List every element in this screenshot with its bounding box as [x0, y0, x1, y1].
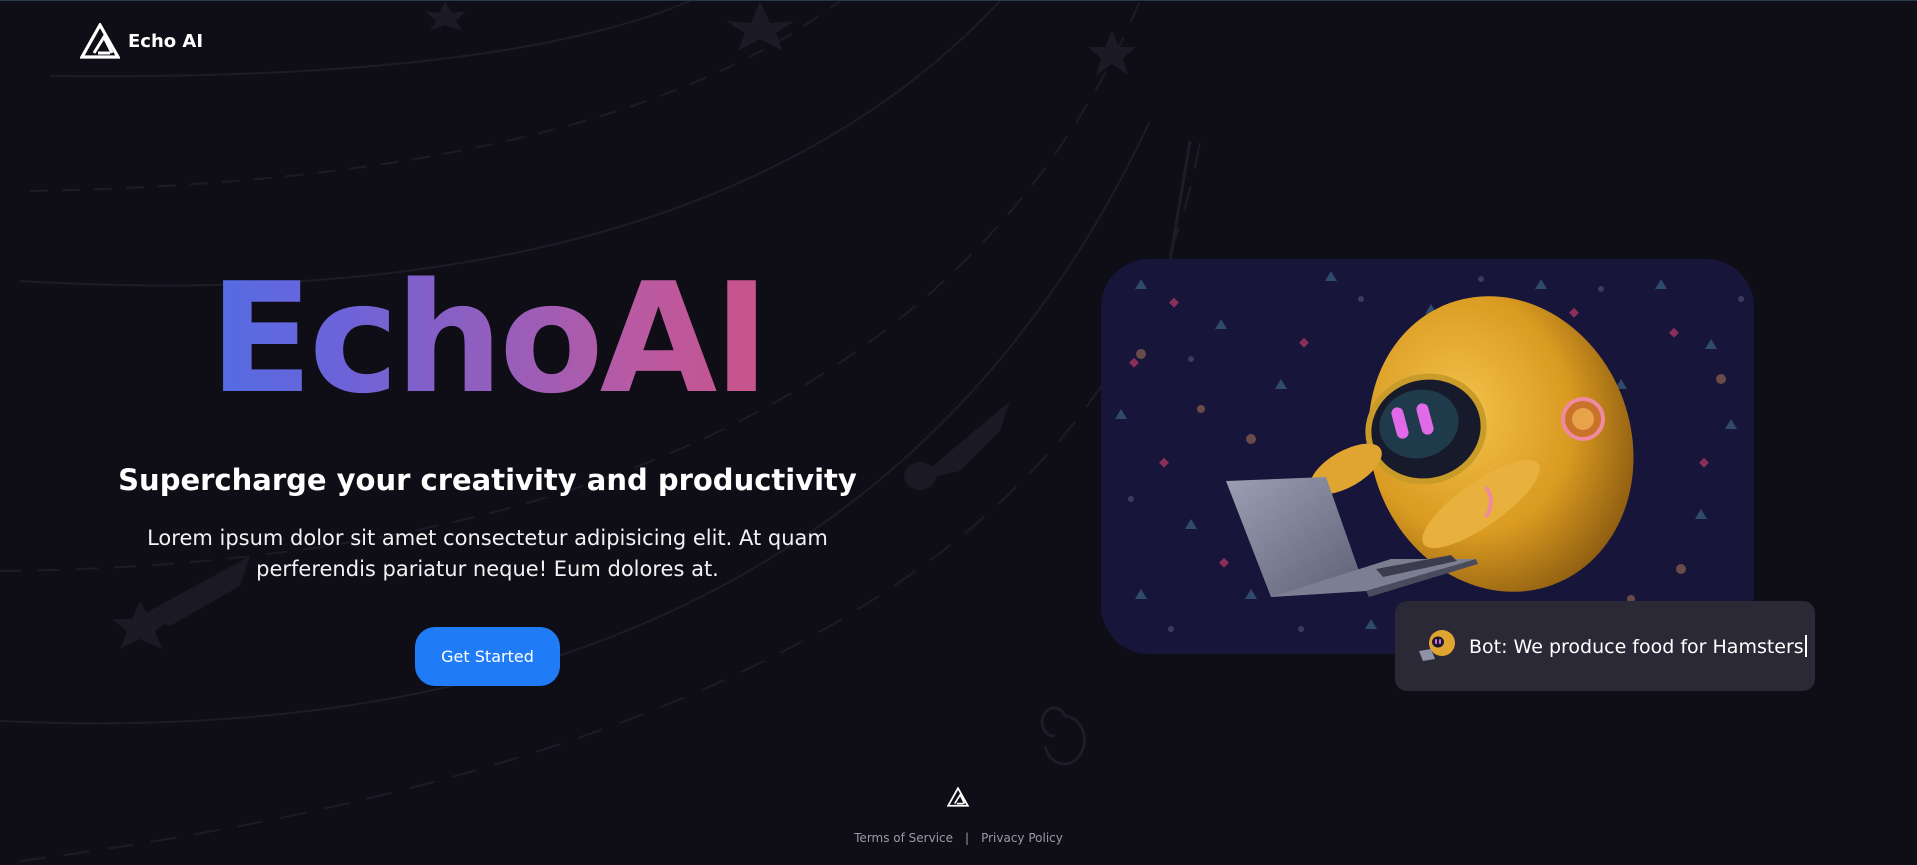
triangle-logo-icon[interactable]: [947, 787, 969, 807]
triangle-logo-icon: [80, 23, 120, 59]
brand-name: Echo AI: [128, 30, 204, 52]
robot-illustration: [1101, 259, 1754, 654]
get-started-button[interactable]: Get Started: [415, 627, 560, 686]
brand[interactable]: Echo AI: [80, 23, 203, 59]
terms-of-service-link[interactable]: Terms of Service: [854, 831, 953, 845]
chat-bubble: Bot: We produce food for Hamsters: [1395, 601, 1815, 691]
chat-message-text: Bot: We produce food for Hamsters: [1469, 635, 1804, 658]
hero-description: Lorem ipsum dolor sit amet consectetur a…: [147, 526, 828, 581]
privacy-policy-link[interactable]: Privacy Policy: [981, 831, 1063, 845]
landing-page: Echo AI EchoAI Supercharge your creativi…: [0, 0, 1917, 865]
typing-caret: [1804, 634, 1807, 657]
chat-message: Bot: We produce food for Hamsters: [1469, 634, 1807, 658]
hero-title: EchoAI: [0, 263, 975, 415]
hero-tagline: Supercharge your creativity and producti…: [118, 463, 857, 497]
footer-links: Terms of Service | Privacy Policy: [0, 831, 1917, 845]
robot-avatar-icon: [1419, 630, 1455, 661]
robot-illustration-art: [1115, 271, 1744, 632]
footer-separator: |: [965, 831, 970, 845]
